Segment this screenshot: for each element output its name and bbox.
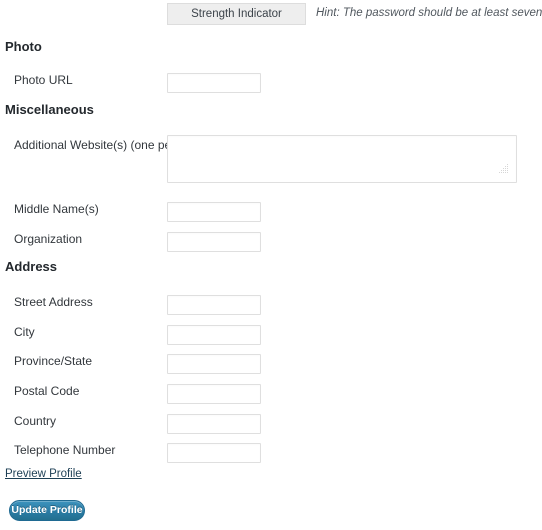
field-row-street-address: Street Address <box>0 295 542 325</box>
organization-input[interactable] <box>167 232 261 252</box>
province-state-input[interactable] <box>167 354 261 374</box>
label-organization: Organization <box>14 232 83 246</box>
label-province-state: Province/State <box>14 354 93 368</box>
section-heading-miscellaneous: Miscellaneous <box>5 102 94 117</box>
field-row-country: Country <box>0 414 542 444</box>
label-city: City <box>14 325 35 339</box>
field-row-additional-websites: Additional Website(s) (one per line) <box>0 135 542 183</box>
field-row-middle-names: Middle Name(s) <box>0 202 542 232</box>
section-heading-address: Address <box>5 259 58 274</box>
field-row-province-state: Province/State <box>0 354 542 384</box>
field-row-organization: Organization <box>0 232 542 262</box>
field-row-photo-url: Photo URL <box>0 73 542 103</box>
additional-websites-textarea[interactable] <box>167 135 517 183</box>
photo-url-input[interactable] <box>167 73 261 93</box>
update-profile-button[interactable]: Update Profile <box>9 500 85 521</box>
label-middle-names: Middle Name(s) <box>14 202 99 216</box>
postal-code-input[interactable] <box>167 384 261 404</box>
section-heading-photo: Photo <box>5 39 42 54</box>
field-row-postal-code: Postal Code <box>0 384 542 414</box>
telephone-number-input[interactable] <box>167 443 261 463</box>
label-additional-websites-line1: Additional Website(s) <box>14 138 128 152</box>
label-street-address: Street Address <box>14 295 93 309</box>
preview-profile-link[interactable]: Preview Profile <box>5 468 82 480</box>
label-postal-code: Postal Code <box>14 384 80 398</box>
label-telephone-number: Telephone Number <box>14 443 116 457</box>
profile-form-page: Strength Indicator Hint: The password sh… <box>0 0 542 530</box>
field-row-city: City <box>0 325 542 355</box>
street-address-input[interactable] <box>167 295 261 315</box>
city-input[interactable] <box>167 325 261 345</box>
middle-names-input[interactable] <box>167 202 261 222</box>
password-strength-indicator: Strength Indicator <box>167 3 306 25</box>
country-input[interactable] <box>167 414 261 434</box>
label-photo-url: Photo URL <box>14 73 73 87</box>
password-hint-text: Hint: The password should be at least se… <box>316 7 542 19</box>
label-country: Country <box>14 414 57 428</box>
